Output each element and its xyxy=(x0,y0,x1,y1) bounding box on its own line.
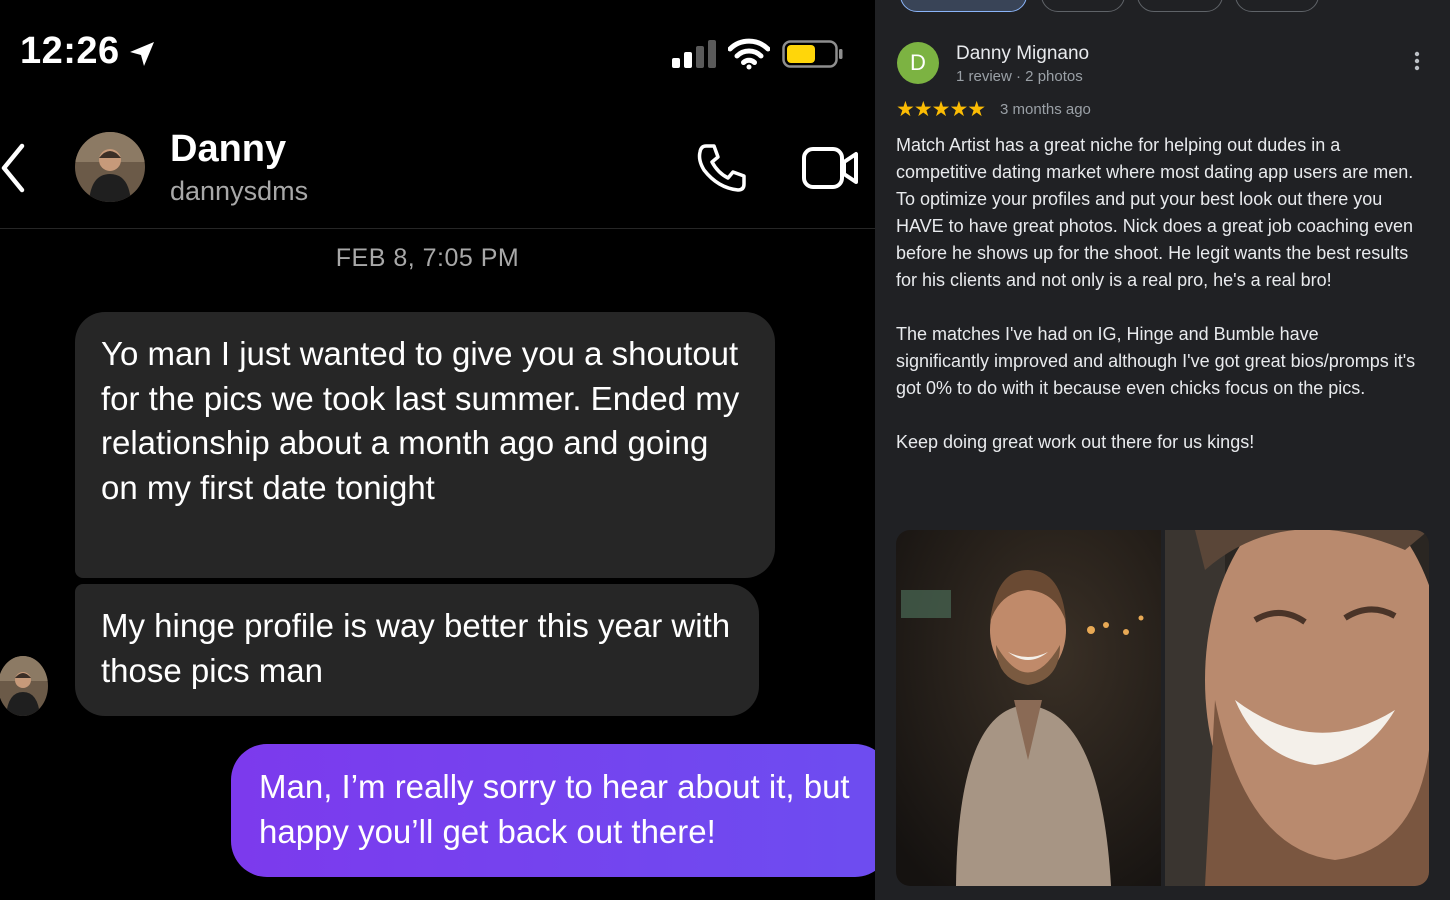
filter-chip[interactable] xyxy=(1137,0,1223,12)
cellular-signal-icon xyxy=(672,40,716,68)
wifi-icon xyxy=(728,38,770,70)
contact-handle: dannysdms xyxy=(170,176,309,206)
filter-chip[interactable] xyxy=(900,0,1027,12)
review-panel: D Danny Mignano 1 review · 2 photos ★★★★… xyxy=(875,0,1450,900)
filter-chip[interactable] xyxy=(1235,0,1319,12)
reviewer-meta: 1 review · 2 photos xyxy=(956,68,1083,85)
header-divider xyxy=(0,228,875,229)
contact-name[interactable]: Danny xyxy=(170,128,286,171)
review-paragraph: The matches I've had on IG, Hinge and Bu… xyxy=(896,324,1416,398)
filter-chip[interactable] xyxy=(1041,0,1125,12)
location-arrow-icon xyxy=(130,42,154,66)
incoming-message[interactable]: My hinge profile is way better this year… xyxy=(75,584,759,716)
battery-icon xyxy=(782,40,843,68)
reviewer-avatar[interactable]: D xyxy=(897,42,939,84)
more-options-icon[interactable] xyxy=(1407,50,1427,72)
dm-panel: 12:26 Danny dannysdms FEB 8, 7:05 PM Yo … xyxy=(0,0,875,900)
reviewer-name[interactable]: Danny Mignano xyxy=(956,43,1089,65)
review-paragraph: Keep doing great work out there for us k… xyxy=(896,432,1255,452)
status-time: 12:26 xyxy=(20,30,120,72)
contact-avatar[interactable] xyxy=(75,132,145,202)
review-text: Match Artist has a great niche for helpi… xyxy=(896,132,1416,456)
review-photo[interactable] xyxy=(1165,530,1429,886)
phone-call-icon[interactable] xyxy=(694,140,750,196)
message-timestamp: FEB 8, 7:05 PM xyxy=(335,244,520,272)
sender-avatar[interactable] xyxy=(0,656,48,716)
outgoing-message[interactable]: Man, I’m really sorry to hear about it, … xyxy=(231,744,875,877)
review-time: 3 months ago xyxy=(1000,101,1091,118)
star-rating: ★★★★★ xyxy=(896,98,986,121)
review-paragraph: Match Artist has a great niche for helpi… xyxy=(896,135,1414,290)
incoming-message[interactable]: Yo man I just wanted to give you a shout… xyxy=(75,312,775,578)
back-chevron-icon[interactable] xyxy=(0,140,30,196)
review-photo[interactable] xyxy=(896,530,1161,886)
video-call-icon[interactable] xyxy=(800,143,862,193)
